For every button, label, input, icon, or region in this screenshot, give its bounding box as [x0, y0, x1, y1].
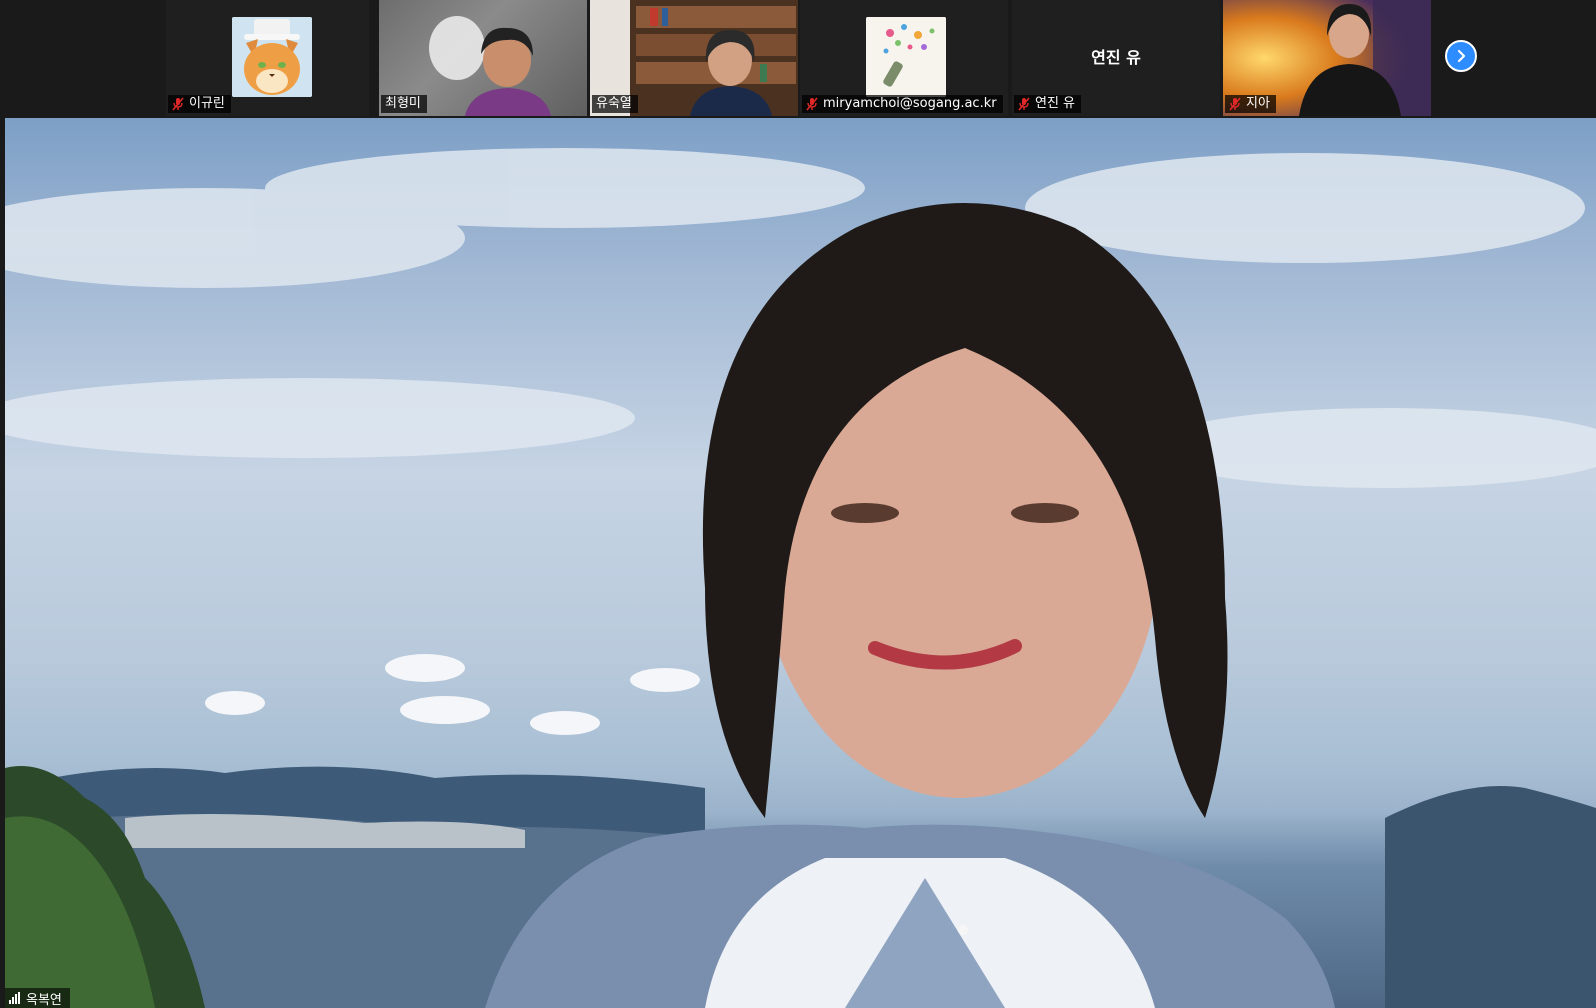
active-speaker-label: 옥복연: [5, 988, 70, 1008]
microphone-muted-icon: [1229, 97, 1241, 111]
microphone-muted-icon: [172, 97, 184, 111]
participant-tile[interactable]: 이규린: [166, 0, 369, 116]
participant-name: 최형미: [385, 96, 421, 111]
participant-name-label: 이규린: [168, 95, 231, 113]
participant-tile[interactable]: 연진 유 연진 유: [1012, 0, 1220, 116]
participant-strip: 이규린 최형미 유숙열 miryamchoi@sogang.ac.kr 연진 유…: [0, 0, 1596, 118]
participant-name: 이규린: [189, 96, 225, 111]
participant-name: 연진 유: [1035, 96, 1076, 111]
champagne-avatar-image: [866, 17, 946, 97]
participant-name: 지아: [1246, 96, 1270, 111]
participant-display-name: 연진 유: [1091, 48, 1141, 67]
participant-name-label: miryamchoi@sogang.ac.kr: [802, 95, 1003, 113]
participant-tile[interactable]: miryamchoi@sogang.ac.kr: [800, 0, 1008, 116]
participant-tile[interactable]: 최형미: [379, 0, 587, 116]
participant-name-label: 최형미: [381, 95, 427, 113]
participant-name: miryamchoi@sogang.ac.kr: [823, 96, 997, 111]
chevron-right-icon: [1457, 49, 1466, 63]
signal-bars-icon: [9, 992, 20, 1004]
participant-name-label: 유숙열: [592, 95, 638, 113]
active-speaker-name: 옥복연: [26, 992, 62, 1008]
microphone-muted-icon: [806, 97, 818, 111]
active-speaker-video: 옥복연: [5, 118, 1596, 1008]
participant-name: 유숙열: [596, 96, 632, 111]
participant-tile[interactable]: 지아: [1223, 0, 1431, 116]
participant-tile[interactable]: 유숙열: [590, 0, 798, 116]
next-page-button[interactable]: [1445, 40, 1477, 72]
cat-avatar-image: [232, 17, 312, 97]
microphone-muted-icon: [1018, 97, 1030, 111]
participant-name-label: 연진 유: [1014, 95, 1082, 113]
speaker-video-frame: [5, 148, 1596, 1008]
participant-name-label: 지아: [1225, 95, 1276, 113]
